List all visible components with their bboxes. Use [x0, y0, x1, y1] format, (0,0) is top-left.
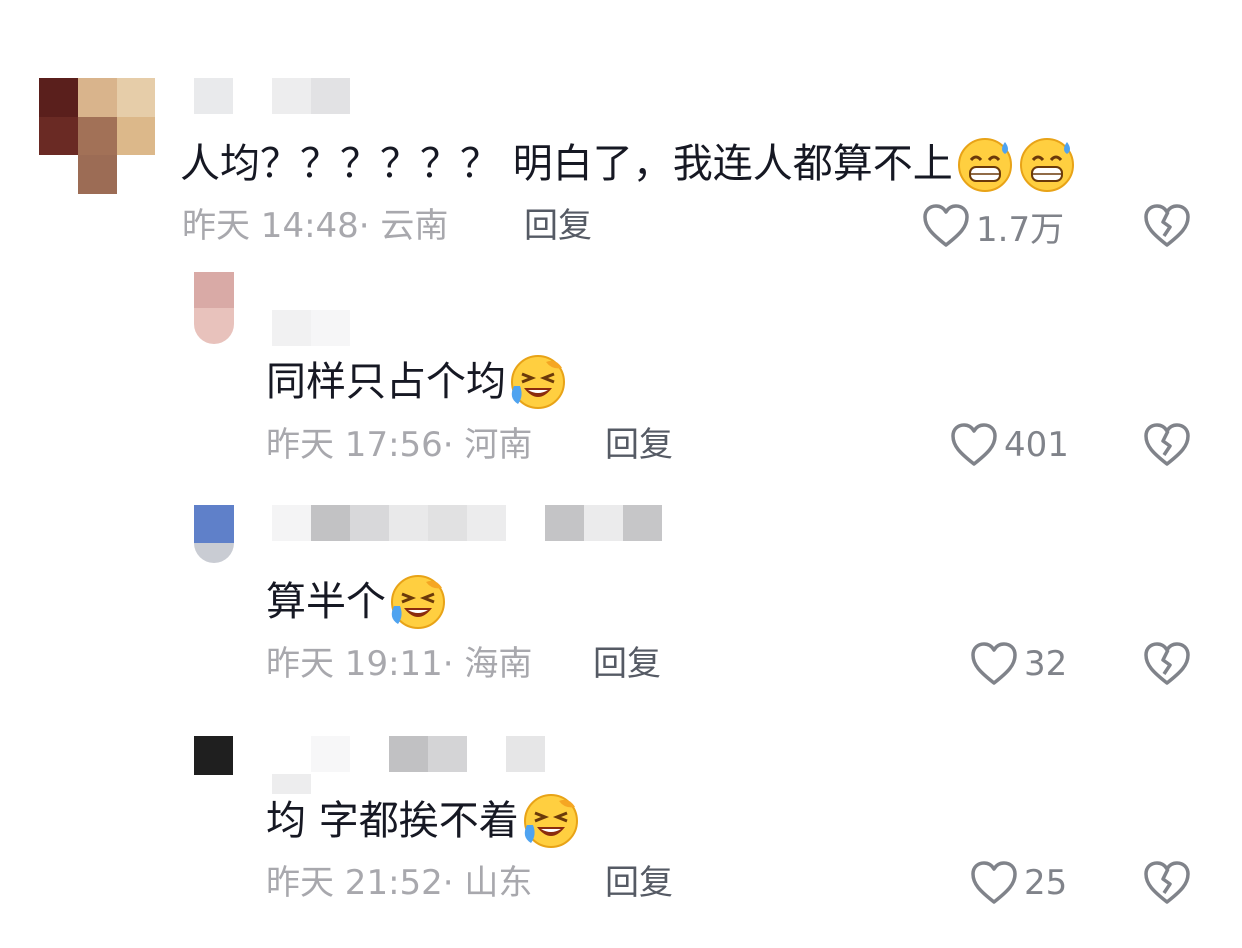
comment-location: 云南: [380, 206, 449, 246]
comment-text-content: 算半个: [266, 579, 386, 625]
like-button[interactable]: 32: [970, 640, 1067, 688]
comment-text: 算半个: [266, 572, 448, 632]
like-count: 25: [1024, 863, 1068, 903]
comment-location: 河南: [464, 425, 533, 465]
username-blurred[interactable]: [272, 736, 545, 772]
avatar[interactable]: [39, 78, 155, 194]
laugh-cry-emoji: [511, 355, 565, 409]
comment-text: 均 字都挨不着: [266, 791, 581, 851]
like-count: 1.7万: [976, 209, 1065, 250]
comment-time: 昨天 19:11: [266, 644, 443, 684]
heart-outline-icon: [951, 423, 997, 466]
grin-sweat-emoji: [1019, 138, 1074, 192]
heart-outline-icon: [923, 204, 969, 247]
username-blurred[interactable]: [272, 505, 662, 541]
avatar[interactable]: [194, 736, 233, 775]
laugh-cry-emoji: [523, 794, 578, 848]
reply-button[interactable]: 回复: [524, 206, 592, 246]
like-count: 32: [1024, 644, 1068, 684]
like-button[interactable]: 25: [970, 859, 1067, 907]
like-button[interactable]: 401: [950, 421, 1069, 469]
comment-time: 昨天 14:48: [182, 206, 359, 246]
reply-button[interactable]: 回复: [593, 644, 661, 684]
broken-heart-icon[interactable]: [1143, 421, 1191, 469]
comment-time: 昨天 21:52: [266, 863, 443, 903]
like-count: 401: [1004, 425, 1069, 465]
comment-time: 昨天 17:56: [266, 425, 443, 465]
comment-text: 同样只占个均: [266, 352, 568, 412]
comment-text-content: 均 字都挨不着: [266, 798, 519, 844]
comment-text: 人均？？？？？？ 明白了，我连人都算不上: [180, 134, 1077, 194]
heart-outline-icon: [971, 861, 1017, 904]
comment-location: 海南: [464, 644, 533, 684]
broken-heart-icon[interactable]: [1143, 640, 1191, 688]
reply-button[interactable]: 回复: [605, 863, 673, 903]
reply-button[interactable]: 回复: [605, 425, 673, 465]
comment-text-content: 人均？？？？？？ 明白了，我连人都算不上: [180, 141, 953, 187]
comment-meta: 昨天 19:11· 海南: [266, 644, 533, 684]
heart-outline-icon: [971, 642, 1017, 685]
comment-meta: 昨天 14:48· 云南: [182, 206, 449, 246]
grin-sweat-emoji: [957, 138, 1012, 192]
comment-meta: 昨天 17:56· 河南: [266, 425, 533, 465]
comment-text-content: 同样只占个均: [266, 359, 506, 405]
username-blurred[interactable]: [194, 78, 350, 114]
username-blurred[interactable]: [272, 310, 350, 346]
broken-heart-icon[interactable]: [1143, 859, 1191, 907]
comment-location: 山东: [464, 863, 533, 903]
laugh-cry-emoji: [391, 575, 445, 629]
avatar[interactable]: [194, 505, 234, 563]
broken-heart-icon[interactable]: [1143, 202, 1191, 250]
like-button[interactable]: 1.7万: [922, 202, 1064, 250]
avatar[interactable]: [194, 272, 234, 344]
comment-meta: 昨天 21:52· 山东: [266, 863, 533, 903]
